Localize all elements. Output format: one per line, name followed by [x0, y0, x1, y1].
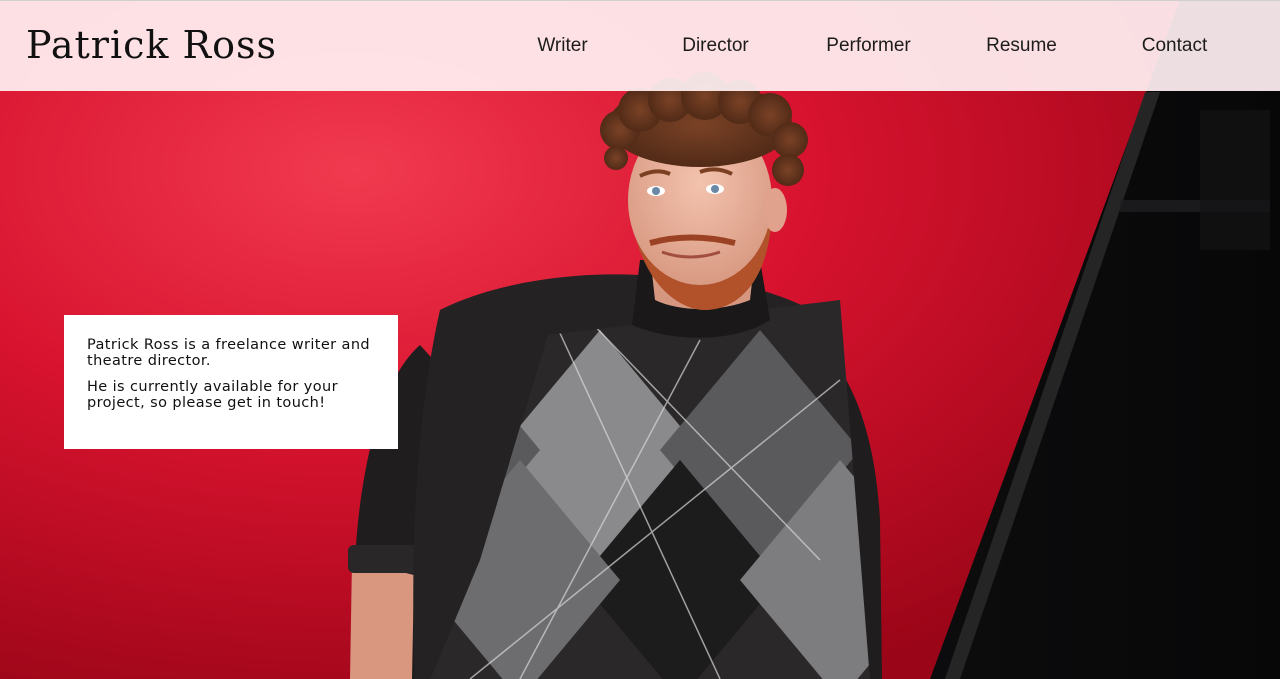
nav-item-director[interactable]: Director — [639, 35, 792, 57]
intro-card: Patrick Ross is a freelance writer and t… — [64, 315, 398, 449]
page: Patrick Ross Writer Director Performer R… — [0, 0, 1280, 679]
nav-item-resume[interactable]: Resume — [945, 35, 1098, 57]
site-header: Patrick Ross Writer Director Performer R… — [0, 0, 1280, 91]
nav-item-performer[interactable]: Performer — [792, 35, 945, 57]
intro-text-2: He is currently available for your proje… — [87, 379, 338, 411]
site-title[interactable]: Patrick Ross — [26, 21, 277, 69]
main-nav: Writer Director Performer Resume Contact — [486, 1, 1280, 91]
intro-text-1: Patrick Ross is a freelance writer and t… — [87, 337, 371, 369]
nav-item-writer[interactable]: Writer — [486, 35, 639, 57]
nav-item-contact[interactable]: Contact — [1098, 35, 1251, 57]
